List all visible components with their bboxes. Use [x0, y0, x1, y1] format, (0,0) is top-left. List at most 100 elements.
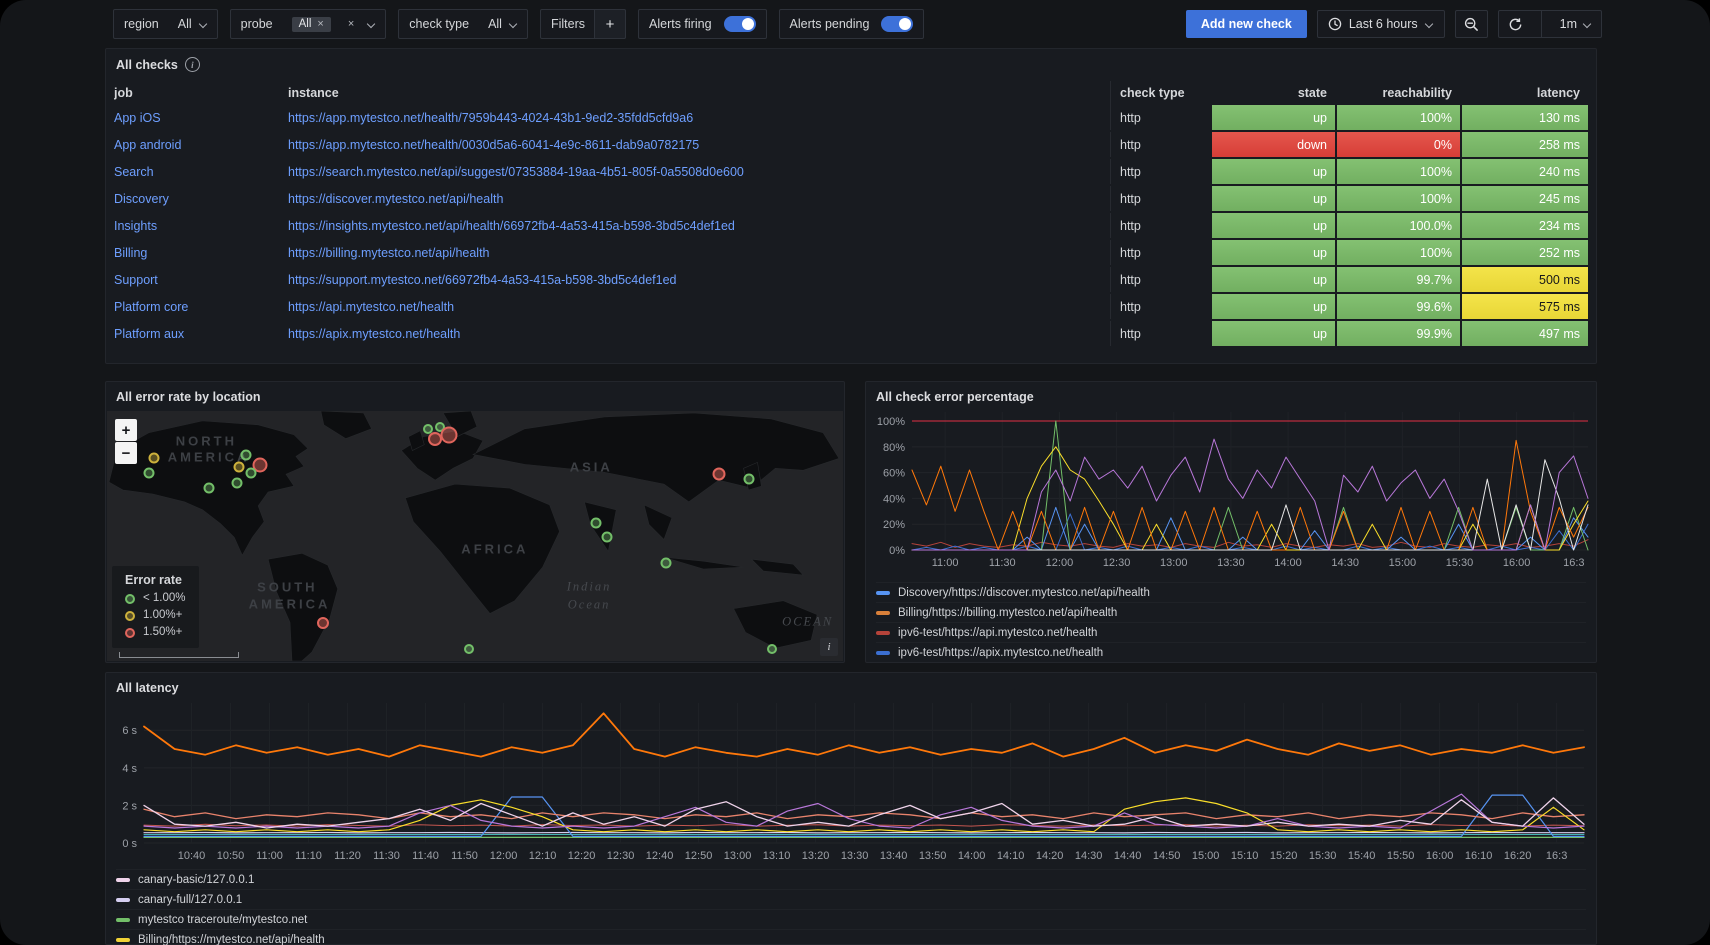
selected-value: All	[488, 17, 502, 31]
legend-series-name: canary-full/127.0.0.1	[138, 894, 242, 906]
chart-legend-item[interactable]: mytestco traceroute/mytestco.net	[116, 909, 1586, 929]
clear-selection-icon[interactable]: ×	[348, 18, 354, 30]
svg-text:11:50: 11:50	[451, 850, 478, 862]
legend-swatch	[116, 878, 130, 882]
map-zoom-in-button[interactable]: +	[115, 419, 137, 441]
monitoring-dashboard: regionAllprobeAll××check typeAllFilters+…	[0, 0, 1710, 945]
column-header-check_type[interactable]: check type	[1110, 81, 1210, 105]
chart-legend-item[interactable]: ipv6-test/https://apix.mytestco.net/heal…	[876, 642, 1586, 662]
column-header-state[interactable]: state	[1212, 86, 1335, 100]
instance-link[interactable]: https://app.mytestco.net/health/0030d5a6…	[288, 138, 1108, 152]
chart-legend-item[interactable]: canary-basic/127.0.0.1	[116, 869, 1586, 889]
info-icon[interactable]: i	[185, 57, 200, 72]
map-marker-ok[interactable]	[602, 531, 613, 542]
chart-legend-item[interactable]: Billing/https://mytestco.net/api/health	[116, 929, 1586, 945]
selected-chip[interactable]: All×	[292, 17, 331, 32]
instance-link[interactable]: https://api.mytestco.net/health	[288, 300, 1108, 314]
svg-text:14:00: 14:00	[958, 850, 986, 862]
column-header-latency[interactable]: latency	[1462, 86, 1588, 100]
zoom-out-time-button[interactable]	[1455, 10, 1488, 38]
chart-legend-item[interactable]: Billing/https://billing.mytestco.net/api…	[876, 602, 1586, 622]
map-zoom-out-button[interactable]: −	[115, 442, 137, 464]
job-link[interactable]: Platform core	[114, 300, 286, 314]
map-marker-crit[interactable]	[712, 468, 725, 481]
time-range-picker[interactable]: Last 6 hours	[1317, 10, 1445, 38]
instance-link[interactable]: https://search.mytestco.net/api/suggest/…	[288, 165, 1108, 179]
job-link[interactable]: Billing	[114, 246, 286, 260]
add-filter-button[interactable]: +	[594, 9, 626, 39]
instance-link[interactable]: https://app.mytestco.net/health/7959b443…	[288, 111, 1108, 125]
filter-label: probe	[231, 17, 283, 31]
job-link[interactable]: Support	[114, 273, 286, 287]
map-marker-ok[interactable]	[743, 474, 754, 485]
filter-value-select[interactable]: All	[479, 10, 527, 38]
error-percentage-panel: All check error percentage 0%20%40%60%80…	[865, 381, 1597, 663]
map-marker-ok[interactable]	[464, 644, 474, 654]
instance-link[interactable]: https://support.mytestco.net/66972fb4-4a…	[288, 273, 1108, 287]
map-marker-warn[interactable]	[149, 452, 160, 463]
svg-text:15:10: 15:10	[1231, 850, 1259, 862]
job-link[interactable]: Discovery	[114, 192, 286, 206]
map-attribution-button[interactable]: i	[820, 638, 838, 656]
instance-link[interactable]: https://insights.mytestco.net/api/health…	[288, 219, 1108, 233]
toggle-switch-on[interactable]	[881, 16, 913, 32]
map-legend-title: Error rate	[125, 573, 186, 587]
refresh-interval-select[interactable]: 1m	[1551, 17, 1601, 31]
job-link[interactable]: App iOS	[114, 111, 286, 125]
chart-legend-item[interactable]: canary-full/127.0.0.1	[116, 889, 1586, 909]
map-marker-warn[interactable]	[234, 462, 245, 473]
map-marker-ok[interactable]	[203, 483, 214, 494]
add-new-check-button[interactable]: Add new check	[1186, 10, 1307, 38]
state-badge: up	[1212, 267, 1335, 292]
filter-value-multiselect[interactable]: All××	[283, 10, 386, 38]
latency-chart[interactable]: 0 s2 s4 s6 s10:4010:5011:0011:1011:2011:…	[106, 697, 1596, 865]
map-marker-ok[interactable]	[245, 468, 256, 479]
chart-legend-item[interactable]: Discovery/https://discover.mytestco.net/…	[876, 582, 1586, 602]
column-header-instance[interactable]: instance	[288, 86, 1108, 100]
world-map[interactable]: NORTHAMERICASOUTHAMERICAAFRICAASIAIndian…	[107, 411, 843, 661]
map-marker-ok[interactable]	[231, 478, 242, 489]
svg-text:11:00: 11:00	[932, 557, 959, 569]
refresh-button[interactable]	[1499, 17, 1532, 32]
legend-swatch	[876, 591, 890, 595]
chevron-down-icon	[1583, 20, 1592, 29]
state-badge: up	[1212, 240, 1335, 265]
instance-link[interactable]: https://discover.mytestco.net/api/health	[288, 192, 1108, 206]
check-type-cell: http	[1110, 240, 1210, 265]
column-header-job[interactable]: job	[114, 86, 286, 100]
map-marker-ok[interactable]	[767, 644, 777, 654]
job-link[interactable]: App android	[114, 138, 286, 152]
map-marker-crit[interactable]	[317, 617, 329, 629]
job-link[interactable]: Platform aux	[114, 327, 286, 341]
map-marker-ok[interactable]	[143, 468, 154, 479]
map-marker-ok[interactable]	[591, 517, 602, 528]
state-badge: up	[1212, 186, 1335, 211]
check-type-cell: http	[1110, 294, 1210, 319]
instance-link[interactable]: https://apix.mytestco.net/health	[288, 327, 1108, 341]
error-percentage-chart[interactable]: 0%20%40%60%80%100%11:0011:3012:0012:3013…	[866, 406, 1596, 574]
map-marker-ok[interactable]	[660, 558, 671, 569]
map-marker-crit[interactable]	[441, 426, 458, 443]
filter-value-select[interactable]: All	[169, 10, 217, 38]
chart-legend-item[interactable]: ipv6-test/https://api.mytestco.net/healt…	[876, 622, 1586, 642]
svg-text:13:30: 13:30	[1217, 557, 1245, 569]
svg-text:12:00: 12:00	[490, 850, 518, 862]
column-header-reachability[interactable]: reachability	[1337, 86, 1460, 100]
chevron-down-icon	[509, 20, 518, 29]
job-link[interactable]: Insights	[114, 219, 286, 233]
job-link[interactable]: Search	[114, 165, 286, 179]
map-marker-ok[interactable]	[241, 449, 252, 460]
svg-text:80%: 80%	[883, 442, 905, 454]
table-row: Supporthttps://support.mytestco.net/6697…	[114, 267, 1588, 292]
table-row: Platform corehttps://api.mytestco.net/he…	[114, 294, 1588, 319]
map-marker-crit[interactable]	[428, 432, 442, 446]
svg-text:15:40: 15:40	[1348, 850, 1376, 862]
toggle-switch-on[interactable]	[724, 16, 756, 32]
svg-text:12:10: 12:10	[529, 850, 557, 862]
filter-Alerts-firing: Alerts firing	[638, 9, 767, 39]
instance-link[interactable]: https://billing.mytestco.net/api/health	[288, 246, 1108, 260]
reachability-badge: 99.6%	[1337, 294, 1460, 319]
legend-series-name: ipv6-test/https://api.mytestco.net/healt…	[898, 627, 1097, 639]
legend-dot-ok	[125, 594, 135, 604]
remove-chip-icon[interactable]: ×	[317, 18, 323, 30]
